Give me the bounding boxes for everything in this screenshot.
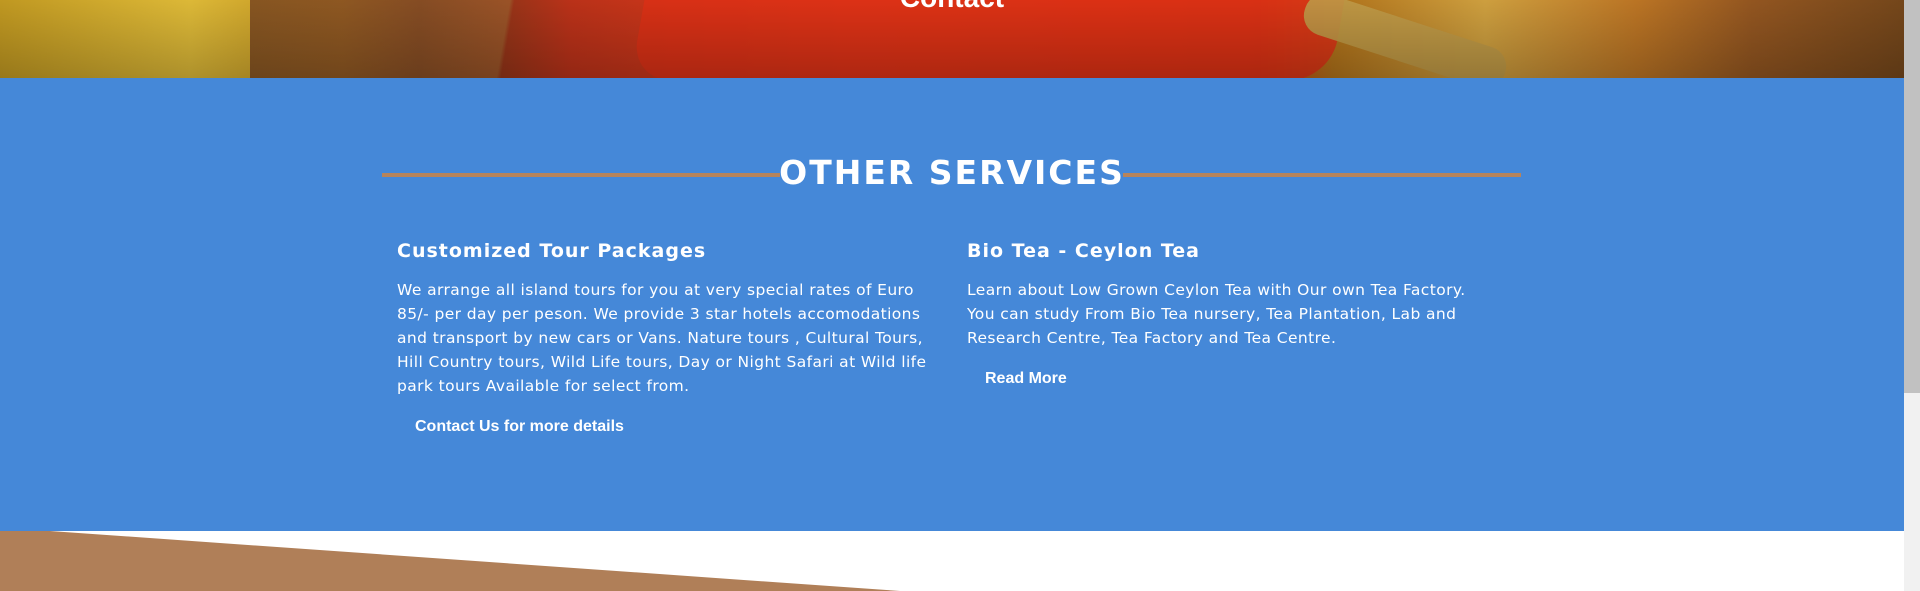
- service-card-heading: Bio Tea - Ceylon Tea: [967, 240, 1200, 262]
- page-scrollbar-thumb[interactable]: [1904, 0, 1920, 393]
- read-more-button[interactable]: Read More: [985, 370, 1067, 388]
- section-title: OTHER SERVICES: [779, 153, 1125, 192]
- other-services-section: OTHER SERVICES Customized Tour Packages …: [0, 78, 1904, 531]
- service-card-heading: Customized Tour Packages: [397, 240, 707, 262]
- contact-us-button[interactable]: Contact Us for more details: [415, 418, 624, 436]
- service-card-bio-tea: Bio Tea - Ceylon Tea Learn about Low Gro…: [967, 240, 1497, 388]
- service-card-description: We arrange all island tours for you at v…: [397, 281, 927, 395]
- service-card-tour-packages: Customized Tour Packages We arrange all …: [397, 240, 942, 436]
- bottom-decorative-band: [0, 531, 1904, 591]
- diagonal-brown-shape: [0, 531, 900, 591]
- diagonal-shape: [0, 531, 900, 591]
- hero-banner: Contact: [0, 0, 1904, 78]
- title-divider-right: [1123, 173, 1521, 177]
- service-card-description: Learn about Low Grown Ceylon Tea with Ou…: [967, 281, 1466, 347]
- hero-title: Contact: [0, 0, 1904, 14]
